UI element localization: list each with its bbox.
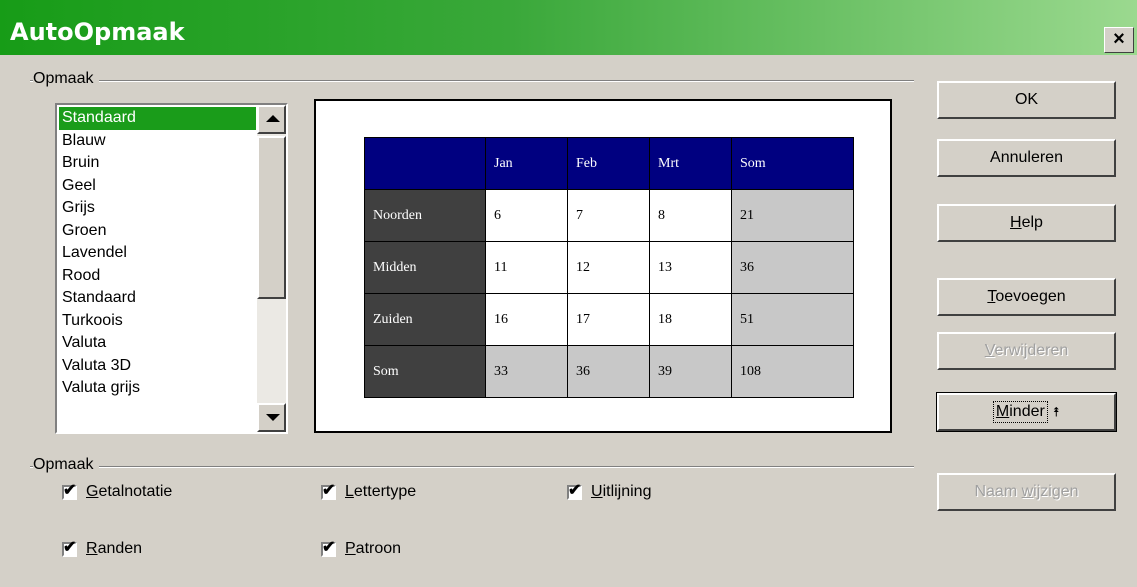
preview-row: Som 33 36 39 108 [364,345,854,398]
font-checkbox[interactable]: ✔ Lettertype [321,482,417,501]
preview-cell [364,137,486,190]
format-listbox[interactable]: Standaard Blauw Bruin Geel Grijs Groen Lavende… [55,103,288,434]
preview-cell: 108 [731,345,854,398]
preview-row: Midden 11 12 13 36 [364,241,854,294]
scroll-thumb[interactable] [257,136,286,299]
cancel-label: Annuleren [990,149,1063,166]
title-bar: AutoOpmaak × [0,0,1137,55]
close-button[interactable]: × [1104,27,1134,53]
preview-row: Jan Feb Mrt Som [364,137,854,190]
check-icon: ✔ [63,481,77,499]
preview-cell: 36 [567,345,650,398]
list-item[interactable]: Valuta 3D [59,355,256,378]
preview-cell: Noorden [364,189,486,242]
preview-cell: 11 [485,241,568,294]
preview-row: Noorden 6 7 8 21 [364,189,854,242]
preview-cell: Som [364,345,486,398]
list-scrollbar[interactable] [257,105,286,432]
format-list-items: Standaard Blauw Bruin Geel Grijs Groen Lavende… [59,107,256,400]
rename-button[interactable]: Naam wijzigen [937,473,1116,511]
help-button[interactable]: Help [937,204,1116,242]
preview-cell: Midden [364,241,486,294]
checkbox-label: Patroon [345,540,402,557]
checkbox-box[interactable]: ✔ [321,539,336,557]
check-icon: ✔ [63,538,77,556]
preview-cell: Mrt [649,137,732,190]
scroll-down-button[interactable] [257,403,286,432]
list-item[interactable]: Blauw [59,130,256,153]
preview-cell: Som [731,137,854,190]
checkbox-label: Lettertype [345,483,417,500]
alignment-checkbox[interactable]: ✔ Uitlijning [567,482,652,501]
check-icon: ✔ [568,481,582,499]
format-group-label: Opmaak [33,70,100,88]
preview-table: Jan Feb Mrt Som Noorden 6 7 8 21 Midden 11 12 13 36 Zu… [364,137,854,398]
preview-row: Zuiden 16 17 18 51 [364,293,854,346]
list-item[interactable]: Geel [59,175,256,198]
list-item[interactable]: Turkoois [59,310,256,333]
delete-button[interactable]: Verwijderen [937,332,1116,370]
scroll-up-button[interactable] [257,105,286,134]
checkbox-label: Randen [86,540,143,557]
preview-cell: Feb [567,137,650,190]
number-format-checkbox[interactable]: ✔ Getalnotatie [62,482,173,501]
format-preview: Jan Feb Mrt Som Noorden 6 7 8 21 Midden 11 12 13 36 Zu… [314,99,892,433]
preview-cell: 33 [485,345,568,398]
format-group-line [30,80,914,82]
borders-checkbox[interactable]: ✔ Randen [62,539,143,558]
preview-cell: 18 [649,293,732,346]
checkbox-label: Uitlijning [591,483,652,500]
preview-cell: 17 [567,293,650,346]
preview-cell: Jan [485,137,568,190]
list-item[interactable]: Valuta grijs [59,377,256,400]
list-item[interactable]: Standaard [59,287,256,310]
preview-cell: 51 [731,293,854,346]
preview-cell: Zuiden [364,293,486,346]
checkbox-box[interactable]: ✔ [321,482,336,500]
options-group-line [30,466,914,468]
check-icon: ✔ [322,481,336,499]
preview-cell: 8 [649,189,732,242]
add-button[interactable]: Toevoegen [937,278,1116,316]
list-item[interactable]: Groen [59,220,256,243]
checkbox-box[interactable]: ✔ [62,482,77,500]
list-item[interactable]: Grijs [59,197,256,220]
cancel-button[interactable]: Annuleren [937,139,1116,177]
list-item[interactable]: Bruin [59,152,256,175]
preview-cell: 36 [731,241,854,294]
check-icon: ✔ [322,538,336,556]
preview-cell: 6 [485,189,568,242]
arrow-up-icon [266,115,280,122]
less-button[interactable]: Minder ⯭ [936,392,1117,432]
preview-cell: 21 [731,189,854,242]
list-item[interactable]: Lavendel [59,242,256,265]
ok-label: OK [1014,91,1039,108]
less-focus: Minder [992,401,1048,423]
checkbox-label: Getalnotatie [86,483,173,500]
collapse-arrow-icon: ⯭ [1052,405,1061,420]
preview-cell: 13 [649,241,732,294]
list-item[interactable]: Rood [59,265,256,288]
preview-cell: 39 [649,345,732,398]
checkbox-box[interactable]: ✔ [567,482,582,500]
list-item[interactable]: Standaard [59,107,256,130]
pattern-checkbox[interactable]: ✔ Patroon [321,539,402,558]
window-title: AutoOpmaak [10,18,185,46]
preview-cell: 7 [567,189,650,242]
arrow-down-icon [266,414,280,421]
list-item[interactable]: Valuta [59,332,256,355]
preview-cell: 12 [567,241,650,294]
checkbox-box[interactable]: ✔ [62,539,77,557]
options-group-label: Opmaak [33,456,100,474]
preview-cell: 16 [485,293,568,346]
ok-button[interactable]: OK [937,81,1116,119]
